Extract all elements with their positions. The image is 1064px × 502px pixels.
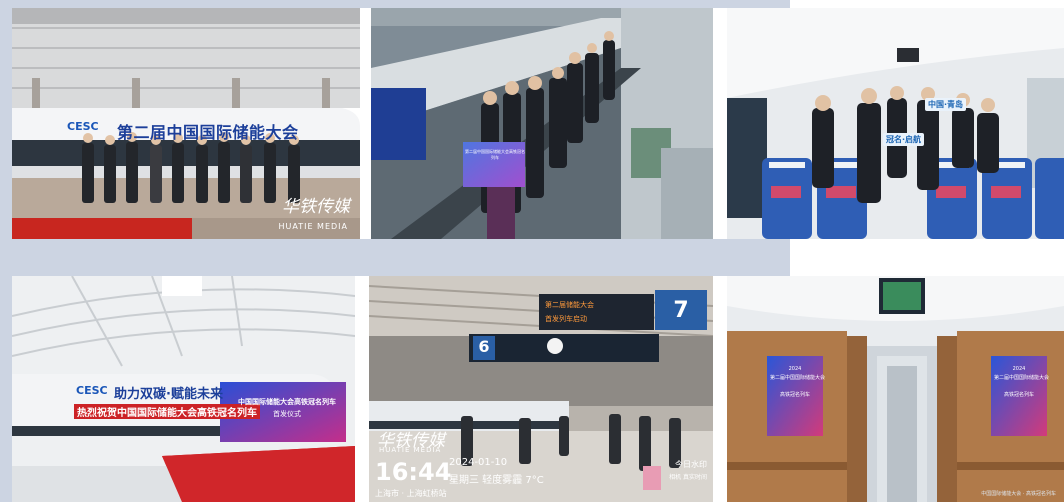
background-band-left (0, 0, 12, 502)
photo-escalator-group: 第二届中国国际储能大会高铁冠名列车 (371, 8, 713, 239)
poster-left-sub: 高铁冠名列车 (779, 392, 810, 398)
photo-train-interior-posters: 2024 第二届中国国际储能大会 高铁冠名列车 2024 第二届中国国际储能大会… (727, 276, 1064, 502)
led-text-2: 首发列车启动 (545, 315, 587, 323)
photo-branded-train-ceremony: CESC 助力双碳·赋能未来 热烈祝贺中国国际储能大会高铁冠名列车 中国国际储能… (12, 276, 355, 502)
stamp-label: 今日水印 (675, 460, 707, 469)
poster-right-year: 2024 (1012, 366, 1026, 372)
held-sign-text: 第二届中国国际储能大会高铁冠名列车 (465, 149, 525, 160)
board-title: 中国国际储能大会高铁冠名列车 (238, 398, 336, 406)
poster-left-year: 2024 (788, 366, 802, 372)
photo-time: 16:44 (375, 458, 452, 486)
stamp-sub-label: 相机 真实时间 (669, 474, 707, 481)
poster-left-title: 第二届中国国际储能大会 (770, 375, 826, 381)
photo-station-platform: 6 7 第二届储能大会 首发列车启动 华铁传媒 HUATIE MEDIA 16:… (369, 276, 713, 502)
platform-number-7: 7 (673, 298, 689, 323)
photo-location: 上海市 · 上海虹桥站 (375, 489, 447, 498)
held-sign-2: 冠名·启航 (883, 133, 925, 146)
cesc-logo: CESC (67, 120, 99, 133)
photo-date: 2024-01-10 (449, 457, 508, 468)
train-slogan: 助力双碳·赋能未来 (114, 387, 223, 402)
watermark-en: HUATIE MEDIA (379, 446, 442, 454)
led-text-1: 第二届储能大会 (545, 301, 594, 309)
photo-footer-text: 中国国际储能大会 · 高铁冠名列车 (981, 491, 1056, 497)
board-subtitle: 首发仪式 (273, 410, 301, 418)
poster-right-sub: 高铁冠名列车 (1003, 392, 1034, 398)
platform-number-6: 6 (478, 337, 490, 356)
cesc-logo: CESC (76, 384, 108, 397)
photo-train-cabin-group: 中国·青岛 冠名·启航 (727, 8, 1064, 239)
watermark-cn: 华铁传媒 (282, 197, 350, 217)
poster-right-title: 第二届中国国际储能大会 (994, 375, 1050, 381)
background-band-mid (0, 239, 790, 276)
train-banner-text: 第二届中国国际储能大会 (117, 123, 299, 142)
watermark-en: HUATIE MEDIA (278, 222, 348, 231)
photo-weekday-weather: 星期三 轻度雾霾 7°C (449, 475, 544, 486)
background-band-top (0, 0, 790, 8)
photo-ceremony-group: CESC 第二届中国国际储能大会 华铁传媒 HUATIE MEDIA (12, 8, 360, 239)
held-sign-1: 中国·青岛 (925, 98, 967, 111)
